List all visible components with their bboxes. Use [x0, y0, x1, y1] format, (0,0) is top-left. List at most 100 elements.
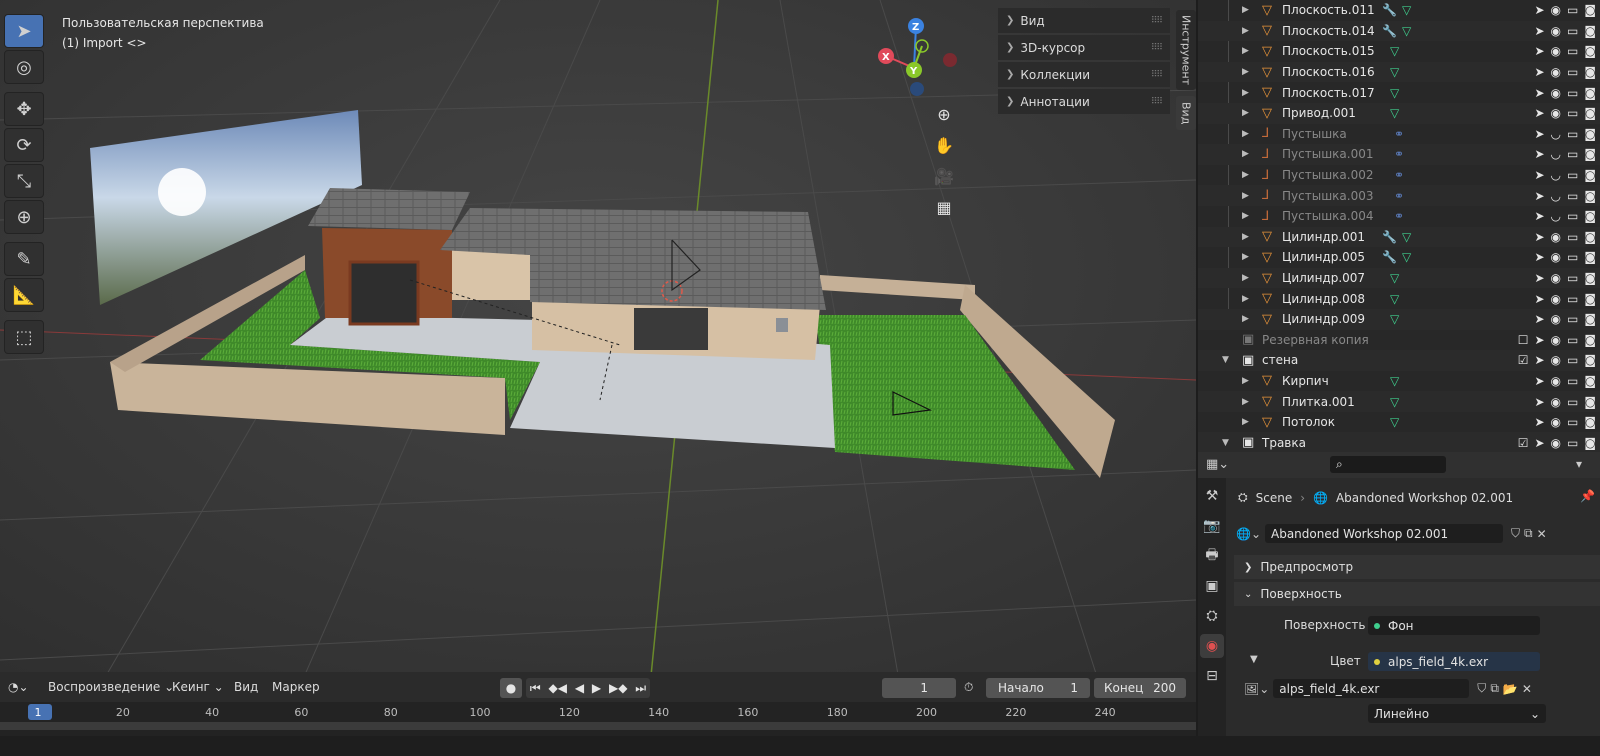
eye-icon[interactable]: ◉	[1551, 65, 1561, 79]
outliner-item-name[interactable]: Травка	[1262, 436, 1306, 450]
mesh-data-icon[interactable]: ▽	[1390, 86, 1399, 100]
monitor-icon[interactable]: ▭	[1567, 250, 1578, 264]
outliner-row[interactable]: ▶ ⅃ Пустышка.003 ⚭ ➤ ◡ ▭ ◙	[1198, 185, 1600, 206]
mesh-data-icon[interactable]: ▽	[1390, 292, 1399, 306]
monitor-icon[interactable]: ▭	[1567, 106, 1578, 120]
mesh-data-icon[interactable]: ▽	[1402, 230, 1411, 244]
outliner-row[interactable]: ▶ ▽ Кирпич ▽ ➤ ◉ ▭ ◙	[1198, 371, 1600, 392]
disclosure-arrow-icon[interactable]: ▶	[1242, 5, 1249, 15]
disclosure-arrow-icon[interactable]: ▶	[1242, 191, 1249, 201]
modifier-wrench-icon[interactable]: 🔧	[1382, 230, 1397, 244]
monitor-icon[interactable]: ▭	[1567, 147, 1578, 161]
render-camera-icon[interactable]: ◙	[1584, 86, 1596, 100]
disclosure-arrow-icon[interactable]: ▶	[1242, 273, 1249, 283]
select-box-tool[interactable]: ➤	[4, 14, 44, 48]
world-name-field[interactable]: Abandoned Workshop 02.001	[1265, 524, 1503, 543]
record-button[interactable]: ●	[500, 678, 522, 698]
drag-handle-icon[interactable]: ⠿⠿	[1151, 70, 1163, 80]
mesh-data-icon[interactable]: ▽	[1390, 415, 1399, 429]
selectable-arrow-icon[interactable]: ➤	[1534, 353, 1544, 367]
monitor-icon[interactable]: ▭	[1567, 374, 1578, 388]
tab-tool[interactable]: Инструмент	[1176, 10, 1196, 90]
transform-tool[interactable]: ⊕	[4, 200, 44, 234]
constraint-icon[interactable]: ⚭	[1394, 189, 1404, 203]
start-frame-field[interactable]: Начало 1	[986, 678, 1090, 698]
selectable-arrow-icon[interactable]: ➤	[1534, 44, 1544, 58]
editor-type-icon[interactable]: ▦⌄	[1206, 457, 1229, 472]
jump-start-icon[interactable]: ⏮	[530, 681, 541, 696]
outliner-row[interactable]: ▶ ⅃ Пустышка.004 ⚭ ➤ ◡ ▭ ◙	[1198, 206, 1600, 227]
monitor-icon[interactable]: ▭	[1567, 333, 1578, 347]
play-icon[interactable]: ▶	[592, 681, 601, 695]
mesh-data-icon[interactable]: ▽	[1390, 271, 1399, 285]
render-camera-icon[interactable]: ◙	[1584, 189, 1596, 203]
keying-menu[interactable]: Кеинг ⌄	[172, 680, 224, 694]
expand-arrow-icon[interactable]: ▼	[1222, 438, 1229, 448]
outliner-item-name[interactable]: Пустышка.003	[1282, 189, 1374, 203]
disclosure-arrow-icon[interactable]: ▶	[1242, 67, 1249, 77]
selectable-arrow-icon[interactable]: ➤	[1534, 292, 1544, 306]
outliner-item-name[interactable]: Пустышка.002	[1282, 168, 1374, 182]
panel-view[interactable]: ❯ Вид ⠿⠿	[998, 8, 1170, 33]
selectable-arrow-icon[interactable]: ➤	[1534, 436, 1544, 450]
hidden-eye-icon[interactable]: ◡	[1551, 147, 1561, 161]
outliner-row[interactable]: ▶ ▽ Плоскость.017 ▽ ➤ ◉ ▭ ◙	[1198, 82, 1600, 103]
outliner-item-name[interactable]: Резервная копия	[1262, 333, 1369, 347]
render-camera-icon[interactable]: ◙	[1584, 395, 1596, 409]
tab-view[interactable]: Вид	[1176, 96, 1196, 130]
disclosure-arrow-icon[interactable]: ▶	[1242, 376, 1249, 386]
exclude-checkbox-icon[interactable]: ☑	[1518, 353, 1529, 367]
scene-tab[interactable]: ⛭	[1200, 604, 1224, 628]
editor-type-clock-icon[interactable]: ◔⌄	[8, 680, 29, 694]
outliner-row[interactable]: ▼ ▣ стена ☑ ➤ ◉ ▭ ◙	[1198, 350, 1600, 371]
selectable-arrow-icon[interactable]: ➤	[1534, 65, 1544, 79]
surface-shader-field[interactable]: Фон	[1368, 616, 1540, 635]
selectable-arrow-icon[interactable]: ➤	[1534, 3, 1544, 17]
hidden-eye-icon[interactable]: ◡	[1551, 168, 1561, 182]
constraint-icon[interactable]: ⚭	[1394, 147, 1404, 161]
options-icon[interactable]: ▾	[1576, 457, 1582, 471]
collapse-arrow-icon[interactable]: ▼	[1250, 654, 1258, 665]
outliner-row[interactable]: ▶ ⅃ Пустышка.002 ⚭ ➤ ◡ ▭ ◙	[1198, 165, 1600, 186]
output-tab[interactable]: 🖶	[1200, 544, 1224, 568]
mesh-data-icon[interactable]: ▽	[1390, 44, 1399, 58]
render-camera-icon[interactable]: ◙	[1584, 312, 1596, 326]
monitor-icon[interactable]: ▭	[1567, 312, 1578, 326]
render-tab[interactable]: 📷	[1200, 514, 1224, 538]
render-camera-icon[interactable]: ◙	[1584, 271, 1596, 285]
timeline-scrollbar[interactable]	[0, 722, 1196, 730]
outliner-row[interactable]: ▶ ▽ Цилиндр.008 ▽ ➤ ◉ ▭ ◙	[1198, 288, 1600, 309]
selectable-arrow-icon[interactable]: ➤	[1534, 395, 1544, 409]
mesh-data-icon[interactable]: ▽	[1402, 250, 1411, 264]
monitor-icon[interactable]: ▭	[1567, 168, 1578, 182]
mesh-data-icon[interactable]: ▽	[1402, 3, 1411, 17]
outliner-row[interactable]: ▶ ▽ Привод.001 ▽ ➤ ◉ ▭ ◙	[1198, 102, 1600, 124]
render-camera-icon[interactable]: ◙	[1584, 374, 1596, 388]
monitor-icon[interactable]: ▭	[1567, 3, 1578, 17]
tool-tab[interactable]: ⚒	[1200, 484, 1224, 508]
outliner-item-name[interactable]: Пустышка.001	[1282, 147, 1374, 161]
render-camera-icon[interactable]: ◙	[1584, 44, 1596, 58]
disclosure-arrow-icon[interactable]: ▶	[1242, 88, 1249, 98]
properties-search-input[interactable]: ⌕	[1330, 456, 1446, 473]
duplicate-icon[interactable]: ⧉	[1524, 526, 1533, 541]
monitor-icon[interactable]: ▭	[1567, 209, 1578, 223]
navigation-gizmo[interactable]: Z X Y	[872, 14, 968, 100]
stopwatch-icon[interactable]: ⏱	[964, 680, 973, 695]
collection-tab[interactable]: ⊟	[1200, 664, 1224, 688]
render-camera-icon[interactable]: ◙	[1584, 250, 1596, 264]
eye-icon[interactable]: ◉	[1551, 106, 1561, 120]
selectable-arrow-icon[interactable]: ➤	[1534, 271, 1544, 285]
drag-handle-icon[interactable]: ⠿⠿	[1151, 97, 1163, 107]
modifier-wrench-icon[interactable]: 🔧	[1382, 24, 1397, 38]
outliner-row[interactable]: ▶ ▽ Цилиндр.001 🔧 ▽ ➤ ◉ ▭ ◙	[1198, 226, 1600, 248]
render-camera-icon[interactable]: ◙	[1584, 106, 1596, 120]
eye-icon[interactable]: ◉	[1551, 436, 1561, 450]
eye-icon[interactable]: ◉	[1551, 86, 1561, 100]
scale-tool[interactable]: ⤡	[4, 164, 44, 198]
outliner-item-name[interactable]: Цилиндр.008	[1282, 292, 1365, 306]
zoom-button[interactable]: ⊕	[930, 100, 958, 128]
monitor-icon[interactable]: ▭	[1567, 395, 1578, 409]
current-frame-field[interactable]: 1	[882, 678, 956, 698]
ortho-toggle-button[interactable]: ▦	[930, 193, 958, 221]
